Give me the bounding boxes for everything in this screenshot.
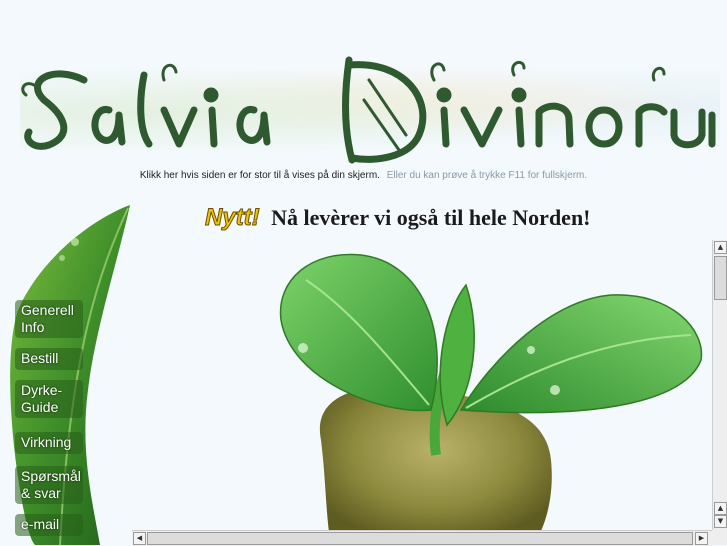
vertical-scroll-thumb[interactable] xyxy=(714,256,727,300)
site-logo xyxy=(21,56,716,164)
horizontal-scrollbar[interactable]: ◀ ▶ xyxy=(132,530,712,546)
new-badge: Nytt! xyxy=(205,204,261,232)
screen-size-notice: Klikk her hvis siden er for stor til å v… xyxy=(0,170,727,181)
triangle-left-icon[interactable]: ◀ xyxy=(133,532,146,545)
scrollbar-corner xyxy=(712,530,727,545)
triangle-up-icon[interactable]: ▲ xyxy=(714,241,727,254)
triangle-right-icon[interactable]: ▶ xyxy=(695,532,708,545)
screen-size-link[interactable]: Klikk her hvis siden er for stor til å v… xyxy=(140,170,380,181)
horizontal-scroll-thumb[interactable] xyxy=(147,532,693,545)
seedling-illustration xyxy=(279,253,703,545)
vertical-scrollbar[interactable]: ▲ ▲ ▼ xyxy=(712,240,727,530)
nav-generell-info[interactable]: Generell Info xyxy=(15,300,83,338)
headline-text: Nå levèrer vi også til hele Norden! xyxy=(271,205,591,230)
nav-bestill[interactable]: Bestill xyxy=(15,348,83,370)
nav-email[interactable]: e-mail xyxy=(15,514,83,536)
triangle-up-icon[interactable]: ▲ xyxy=(714,502,727,515)
content-frame xyxy=(131,240,727,545)
leaf-navigation: Generell Info Bestill Dyrke-Guide Virkni… xyxy=(0,200,140,545)
triangle-down-icon[interactable]: ▼ xyxy=(714,515,727,528)
site-header: Klikk her hvis siden er for stor til å v… xyxy=(0,0,727,181)
news-headline: Nytt! Nå levèrer vi også til hele Norden… xyxy=(205,204,675,238)
nav-sporsmal-svar[interactable]: Spørsmål & svar xyxy=(15,466,83,504)
fullscreen-hint: Eller du kan prøve å trykke F11 for full… xyxy=(386,170,588,181)
nav-dyrke-guide[interactable]: Dyrke-Guide xyxy=(15,380,83,418)
nav-virkning[interactable]: Virkning xyxy=(15,432,83,454)
